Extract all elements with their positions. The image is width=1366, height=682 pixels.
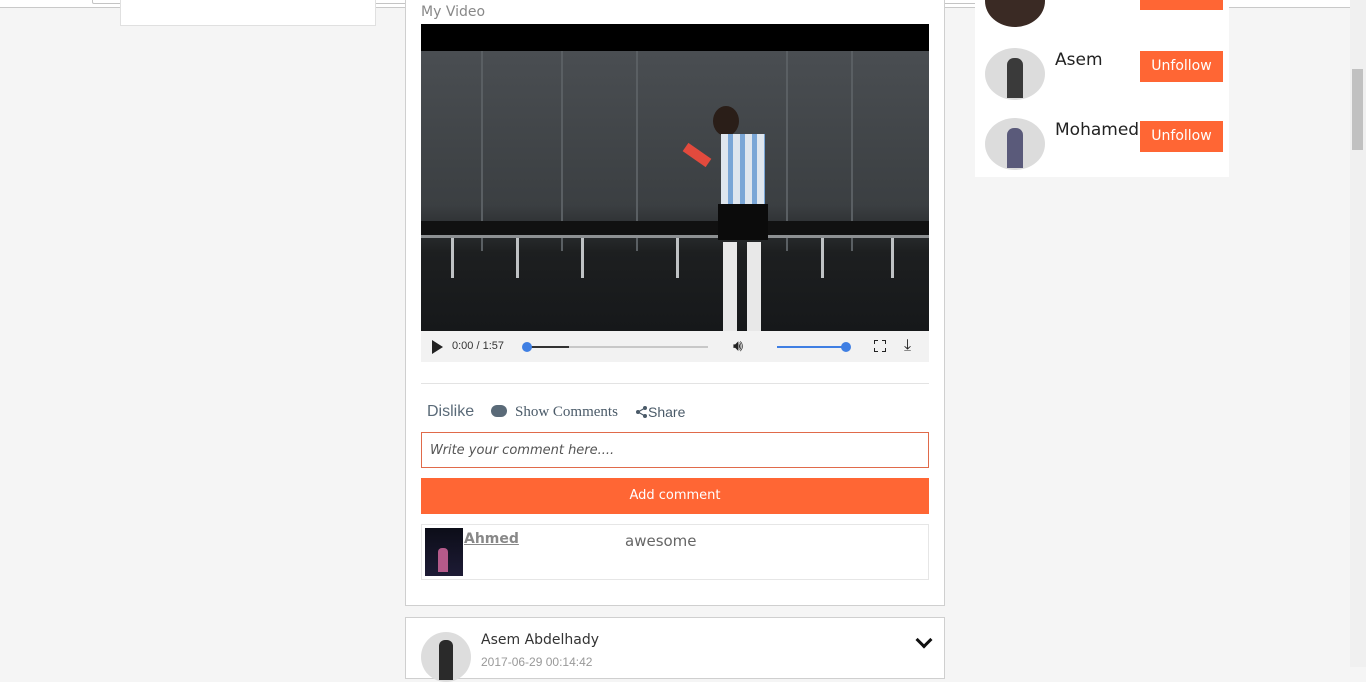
video-player[interactable]: 0:00 / 1:57 🔊︎ ⤓: [421, 24, 929, 362]
video-frame[interactable]: [421, 51, 929, 331]
fullscreen-icon[interactable]: [874, 340, 886, 352]
left-sidebar-card: [120, 0, 376, 26]
following-panel: Asem Unfollow Mohamed Unfollow: [975, 0, 1229, 177]
avatar-figure: [438, 548, 448, 572]
player-shorts: [718, 204, 768, 240]
comment-text: awesome: [625, 532, 697, 550]
comment-field-wrapper: [421, 432, 929, 468]
player-shirt: [721, 134, 765, 204]
player-head: [713, 106, 739, 136]
bench-leg: [821, 238, 824, 278]
volume-knob[interactable]: [841, 342, 851, 352]
download-icon[interactable]: ⤓: [904, 337, 911, 353]
chevron-down-icon[interactable]: [915, 631, 933, 649]
video-title: My Video: [421, 4, 486, 20]
video-time: 0:00 / 1:57: [452, 340, 504, 352]
avatar-figure: [439, 640, 453, 680]
share-label: Share: [648, 404, 686, 420]
video-controls: 0:00 / 1:57 🔊︎ ⤓: [421, 331, 929, 362]
following-row: Asem Unfollow: [975, 48, 1229, 100]
bench-leg: [581, 238, 584, 278]
dislike-button[interactable]: Dislike: [427, 403, 474, 421]
volume-icon[interactable]: 🔊︎: [733, 338, 743, 354]
bench: [421, 221, 929, 235]
show-comments-label: Show Comments: [515, 404, 618, 420]
unfollow-button[interactable]: Unfollow: [1140, 121, 1223, 152]
share-icon: [636, 406, 647, 418]
volume-track[interactable]: [777, 346, 847, 348]
next-post-card: Asem Abdelhady 2017-06-29 00:14:42: [405, 617, 945, 682]
comment-author-link[interactable]: Ahmed: [464, 531, 519, 547]
bench-leg: [516, 238, 519, 278]
avatar[interactable]: [985, 118, 1045, 170]
avatar[interactable]: [985, 0, 1045, 27]
progress-track[interactable]: [528, 346, 708, 348]
avatar[interactable]: [985, 48, 1045, 100]
unfollow-button[interactable]: Unfollow: [1140, 51, 1223, 82]
player-sock: [747, 242, 761, 331]
bench-edge: [421, 235, 929, 238]
following-name[interactable]: Mohamed: [1055, 120, 1139, 140]
commenter-avatar[interactable]: [425, 528, 463, 576]
page-scrollbar[interactable]: [1350, 0, 1366, 667]
comment-icon: [491, 405, 507, 417]
player-figure: [682, 106, 773, 331]
bench-leg: [676, 238, 679, 278]
play-icon[interactable]: [432, 340, 443, 354]
divider: [421, 383, 929, 384]
unfollow-button-partial[interactable]: [1140, 0, 1223, 10]
add-comment-button[interactable]: Add comment: [421, 478, 929, 514]
following-row-partial: [975, 0, 1229, 27]
avatar-figure: [1007, 128, 1023, 168]
bench-leg: [891, 238, 894, 278]
shoe: [682, 142, 712, 168]
scrollbar-thumb[interactable]: [1352, 69, 1363, 150]
bench-leg: [451, 238, 454, 278]
comment-item: Ahmed awesome: [421, 524, 929, 580]
comment-input[interactable]: [422, 433, 918, 467]
progress-buffered: [528, 346, 569, 348]
avatar-figure: [1007, 58, 1023, 98]
post-author[interactable]: Asem Abdelhady: [481, 632, 599, 648]
progress-knob[interactable]: [522, 342, 532, 352]
show-comments-button[interactable]: Show Comments: [491, 404, 618, 421]
player-sock: [723, 242, 737, 331]
following-row: Mohamed Unfollow: [975, 118, 1229, 170]
share-button[interactable]: Share: [635, 404, 685, 420]
avatar[interactable]: [421, 632, 471, 682]
following-name[interactable]: Asem: [1055, 50, 1103, 70]
